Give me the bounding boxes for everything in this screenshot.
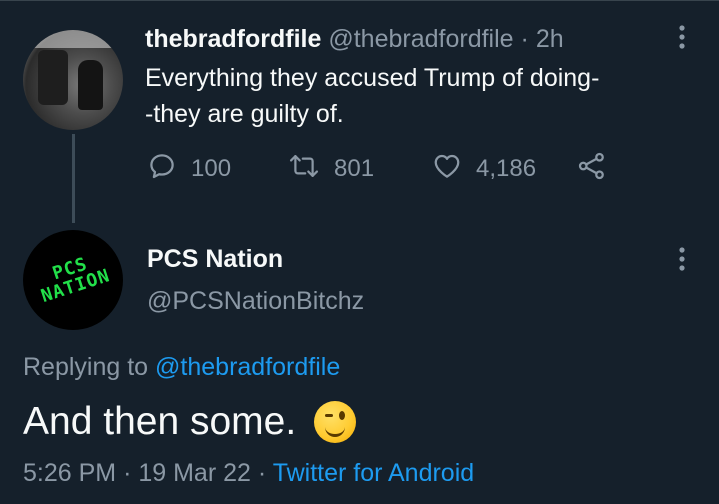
more-icon[interactable] [674,244,690,274]
tweet2-author-name[interactable]: PCS Nation [147,242,283,276]
meta-separator: · [257,459,267,487]
avatar-photo-detail [23,30,123,48]
avatar-logo-text: PCS NATION [38,253,113,308]
avatar-photo-detail [38,50,68,105]
like-icon [432,151,462,188]
wink-emoji [314,401,357,443]
tweet1-text: Everything they accused Trump of doing--… [145,64,600,128]
replying-to-link[interactable]: @thebradfordfile [155,353,340,381]
thread-connector-line [72,134,75,223]
retweet-button[interactable]: 801 [288,152,374,186]
avatar-pcs-nation[interactable]: PCS NATION [23,230,123,330]
tweet2-text: And then some. [23,400,297,443]
top-divider [0,0,719,1]
like-button[interactable]: 4,186 [432,152,536,186]
emoji-mouth [325,425,346,437]
tweet2-date[interactable]: 19 Mar 22 [138,459,251,487]
reply-count: 100 [191,155,232,182]
share-button[interactable] [577,152,607,186]
tweet1-author-handle[interactable]: @thebradfordfile [328,25,513,53]
tweet2-author-handle[interactable]: @PCSNationBitchz [147,284,364,318]
like-count: 4,186 [476,155,537,182]
tweet2-text-row: And then some. [23,396,357,448]
more-icon[interactable] [674,22,690,52]
tweet1-separator: · [520,25,529,53]
tweet2-metadata: 5:26 PM · 19 Mar 22 · Twitter for Androi… [23,456,474,490]
meta-separator: · [123,459,132,487]
avatar-photo-detail [78,60,103,110]
tweet2-source[interactable]: Twitter for Android [273,459,474,487]
tweet2-time[interactable]: 5:26 PM [23,459,116,487]
avatar-thebradfordfile[interactable] [23,30,123,130]
emoji-eye-wink [325,414,334,417]
retweet-icon [288,151,320,188]
tweet1-author-name[interactable]: thebradfordfile [145,25,321,53]
reply-icon [147,151,177,188]
replying-to-prefix: Replying to [23,353,149,381]
emoji-eye-open [339,411,346,420]
tweet1-timestamp[interactable]: 2h [536,25,564,53]
tweet1-header: thebradfordfile @thebradfordfile · 2h [145,22,564,56]
share-icon [577,151,607,188]
reply-button[interactable]: 100 [147,152,231,186]
replying-to-line: Replying to @thebradfordfile [23,350,340,384]
retweet-count: 801 [334,155,375,182]
